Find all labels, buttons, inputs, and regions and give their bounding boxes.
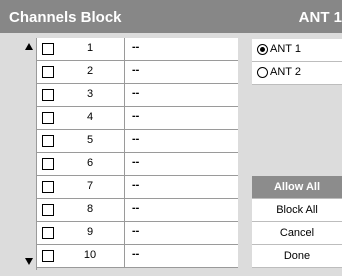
channel-row[interactable]: 3 --: [37, 84, 238, 107]
channel-number: 6: [86, 157, 94, 169]
channel-row[interactable]: 5 --: [37, 130, 238, 153]
channel-number: 4: [86, 111, 94, 123]
channel-number: 9: [86, 226, 94, 238]
channel-row[interactable]: 7 --: [37, 176, 238, 199]
channel-name: --: [132, 248, 140, 260]
column-divider: [124, 38, 125, 60]
channel-name: --: [132, 64, 140, 76]
channel-list: 1 -- 2 -- 3 -- 4 -- 5 -- 6 -- 7 -- 8 -- …: [36, 38, 238, 270]
antenna-selector: ANT 1 ANT 2: [252, 39, 342, 85]
channel-name: --: [132, 225, 140, 237]
cancel-button[interactable]: Cancel: [252, 222, 342, 245]
channel-number: 7: [86, 180, 94, 192]
channel-row[interactable]: 4 --: [37, 107, 238, 130]
block-checkbox[interactable]: [42, 135, 54, 147]
antenna-option-ant2[interactable]: ANT 2: [252, 62, 342, 85]
block-checkbox[interactable]: [42, 181, 54, 193]
column-divider: [124, 84, 125, 106]
column-divider: [124, 61, 125, 83]
channel-row[interactable]: 6 --: [37, 153, 238, 176]
column-divider: [124, 107, 125, 129]
block-checkbox[interactable]: [42, 227, 54, 239]
antenna-option-label: ANT 2: [270, 66, 301, 78]
block-checkbox[interactable]: [42, 89, 54, 101]
channel-name: --: [132, 133, 140, 145]
column-divider: [124, 199, 125, 221]
column-divider: [124, 153, 125, 175]
channel-row[interactable]: 1 --: [37, 38, 238, 61]
block-checkbox[interactable]: [42, 158, 54, 170]
channels-block-screen: Channels Block ANT 1 1 -- 2 -- 3 -- 4 --: [0, 0, 342, 276]
title-bar: Channels Block ANT 1: [0, 0, 342, 33]
block-checkbox[interactable]: [42, 204, 54, 216]
scroll-down-icon[interactable]: [25, 258, 33, 265]
channel-number: 5: [86, 134, 94, 146]
channel-name: --: [132, 87, 140, 99]
block-checkbox[interactable]: [42, 66, 54, 78]
page-title: Channels Block: [9, 9, 122, 26]
allow-all-button[interactable]: Allow All: [252, 176, 342, 199]
radio-unselected-icon[interactable]: [257, 67, 268, 78]
channel-name: --: [132, 41, 140, 53]
channel-name: --: [132, 110, 140, 122]
antenna-option-ant1[interactable]: ANT 1: [252, 39, 342, 62]
channel-number: 2: [86, 65, 94, 77]
block-all-button[interactable]: Block All: [252, 199, 342, 222]
done-button[interactable]: Done: [252, 245, 342, 268]
channel-row[interactable]: 10 --: [37, 245, 238, 268]
channel-row[interactable]: 9 --: [37, 222, 238, 245]
column-divider: [124, 176, 125, 198]
block-checkbox[interactable]: [42, 112, 54, 124]
block-checkbox[interactable]: [42, 250, 54, 262]
column-divider: [124, 222, 125, 244]
channel-number: 3: [86, 88, 94, 100]
scroll-up-icon[interactable]: [25, 43, 33, 50]
column-divider: [124, 130, 125, 152]
channel-name: --: [132, 202, 140, 214]
antenna-indicator: ANT 1: [298, 9, 342, 26]
column-divider: [124, 245, 125, 267]
channel-number: 10: [83, 249, 97, 261]
block-checkbox[interactable]: [42, 43, 54, 55]
channel-number: 1: [86, 42, 94, 54]
radio-selected-icon[interactable]: [257, 44, 268, 55]
channel-row[interactable]: 8 --: [37, 199, 238, 222]
channel-row[interactable]: 2 --: [37, 61, 238, 84]
antenna-option-label: ANT 1: [270, 43, 301, 55]
channel-name: --: [132, 156, 140, 168]
channel-number: 8: [86, 203, 94, 215]
channel-name: --: [132, 179, 140, 191]
